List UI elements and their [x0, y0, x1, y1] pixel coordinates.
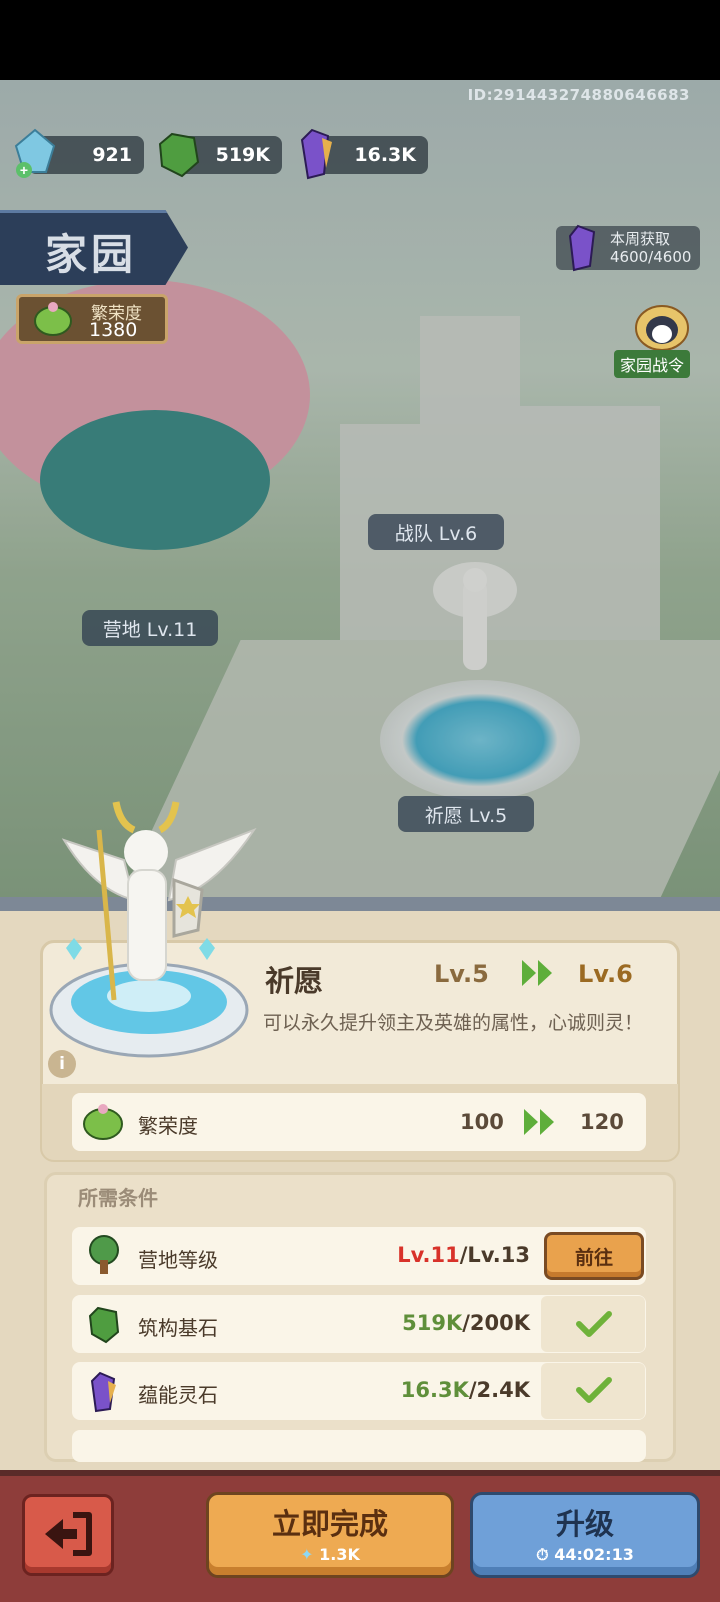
info-icon[interactable]: i	[48, 1050, 76, 1078]
requirement-required: /200K	[462, 1311, 530, 1335]
green-stone-icon	[158, 132, 200, 178]
requirement-name: 筑构基石	[138, 1316, 218, 1340]
requirement-required: /2.4K	[468, 1378, 530, 1402]
camp-building-tag[interactable]: 营地 Lv.11	[82, 610, 218, 646]
back-button[interactable]	[22, 1494, 114, 1576]
requirement-name: 蕴能灵石	[138, 1383, 218, 1407]
resource-diamond[interactable]: + 921	[14, 128, 144, 178]
weekly-gain[interactable]: 本周获取 4600/4600	[556, 224, 700, 272]
status-bar	[0, 0, 720, 80]
requirement-row-partial	[72, 1430, 646, 1462]
back-arrow-icon	[45, 1512, 92, 1556]
svg-text:+: +	[20, 162, 28, 178]
home-title-banner: 家园	[0, 210, 188, 285]
requirement-name: 营地等级	[138, 1248, 218, 1272]
prosperity-icon	[34, 302, 72, 336]
penguin-icon	[635, 305, 689, 351]
requirement-value: Lv.11/Lv.13	[330, 1243, 530, 1267]
upgrade-button[interactable]: 升级 ⏱ 44:02:13	[470, 1492, 700, 1578]
wish-statue-illustration	[49, 801, 257, 1058]
requirements-title: 所需条件	[78, 1186, 158, 1210]
weekly-label: 本周获取	[610, 230, 671, 248]
purple-crystal-icon	[300, 128, 332, 180]
level-arrow-icon	[522, 960, 552, 986]
requirement-value: 16.3K/2.4K	[330, 1378, 530, 1402]
building-name: 祈愿	[265, 964, 324, 998]
camp-tag-text: 营地 Lv.11	[102, 618, 198, 641]
scene-dim	[0, 80, 720, 900]
finish-now-label: 立即完成	[271, 1507, 388, 1541]
requirement-value: 519K/200K	[330, 1311, 530, 1335]
weekly-value: 4600/4600	[610, 248, 692, 266]
goto-button[interactable]: 前往	[544, 1232, 644, 1280]
resource-stone[interactable]: 519K	[158, 132, 282, 178]
check-icon	[576, 1377, 612, 1403]
requirement-current: 519K	[402, 1311, 463, 1335]
prosperity-from: 100	[460, 1110, 504, 1134]
crystal-value: 16.3K	[354, 144, 416, 166]
prosperity-row-label: 繁荣度	[138, 1114, 198, 1138]
finish-cost: ✦ 1.3K	[209, 1545, 451, 1564]
diamond-icon: ✦	[300, 1545, 314, 1564]
team-building-tag[interactable]: 战队 Lv.6	[368, 514, 504, 550]
level-to: Lv.6	[578, 960, 633, 988]
prosperity-badge[interactable]: 繁荣度 1380	[16, 294, 168, 344]
battle-pass-label: 家园战令	[614, 350, 691, 378]
upgrade-label: 升级	[555, 1507, 614, 1541]
wish-building-tag[interactable]: 祈愿 Lv.5	[398, 796, 534, 832]
upgrade-time-value: 44:02:13	[554, 1545, 634, 1564]
tree-icon	[89, 1235, 119, 1274]
team-tag-text: 战队 Lv.6	[394, 522, 478, 545]
building-description: 可以永久提升领主及英雄的属性，心诚则灵！	[263, 1012, 644, 1034]
prosperity-to: 120	[580, 1110, 624, 1134]
stone-value: 519K	[215, 144, 270, 166]
wish-tag-text: 祈愿 Lv.5	[424, 804, 508, 827]
purple-crystal-icon	[568, 224, 596, 272]
battle-pass-button[interactable]: 家园战令	[608, 296, 720, 378]
purple-crystal-icon	[90, 1371, 116, 1413]
upgrade-time: ⏱ 44:02:13	[473, 1545, 697, 1565]
green-stone-icon	[88, 1306, 120, 1344]
timer-icon: ⏱	[536, 1545, 549, 1564]
prosperity-value: 1380	[89, 319, 138, 341]
player-id: ID:291443274880646683	[467, 86, 690, 104]
prosperity-icon	[83, 1104, 123, 1140]
check-icon	[576, 1311, 612, 1337]
diamond-value: 921	[92, 144, 132, 166]
requirement-current: 16.3K	[400, 1378, 469, 1402]
finish-now-button[interactable]: 立即完成 ✦ 1.3K	[206, 1492, 454, 1578]
resource-crystal[interactable]: 16.3K	[300, 128, 428, 180]
home-title: 家园	[45, 230, 138, 279]
level-from: Lv.5	[434, 960, 489, 988]
requirement-current: Lv.11	[397, 1243, 460, 1267]
finish-cost-value: 1.3K	[319, 1545, 360, 1564]
home-scene[interactable]	[0, 80, 720, 900]
requirement-required: /Lv.13	[459, 1243, 530, 1267]
diamond-icon: +	[14, 128, 56, 178]
prosperity-arrow-icon	[524, 1109, 554, 1135]
